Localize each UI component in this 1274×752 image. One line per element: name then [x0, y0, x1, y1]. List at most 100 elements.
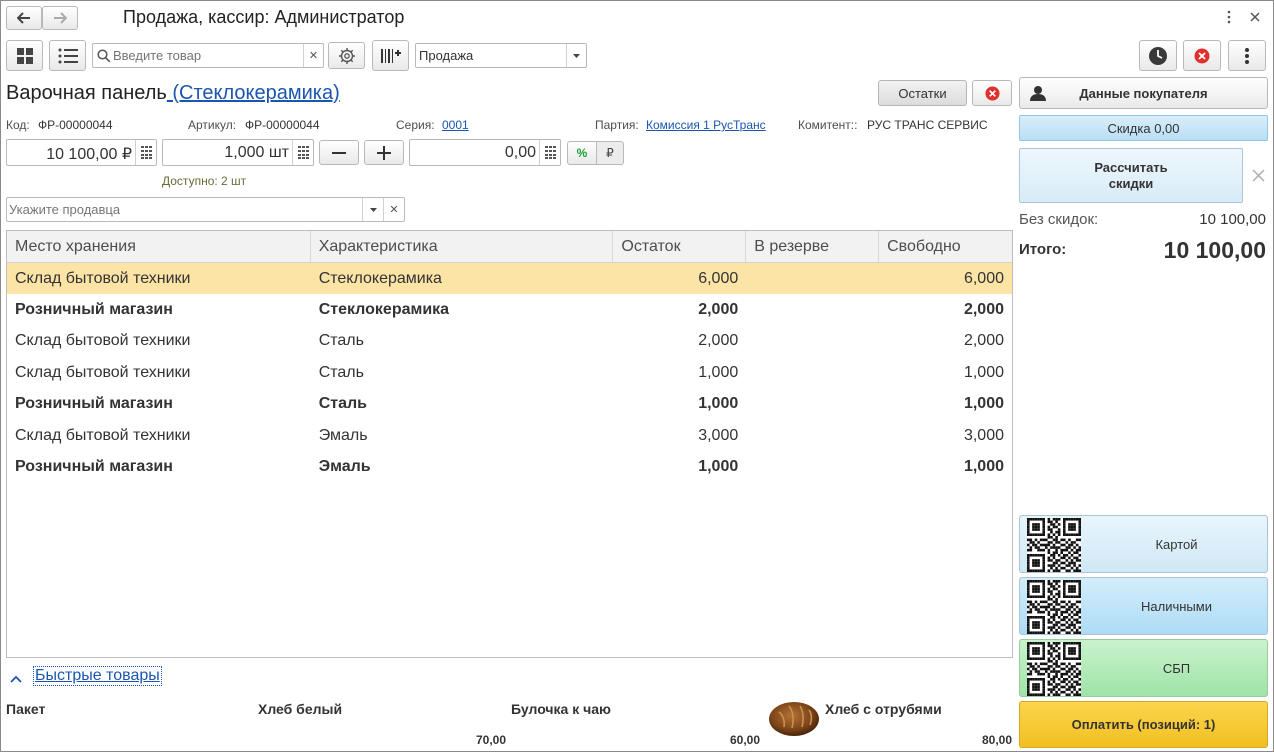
percent-toggle[interactable]: %	[567, 141, 597, 165]
arrow-right-icon	[54, 12, 67, 24]
column-header-reserve[interactable]: В резерве	[746, 231, 880, 262]
discount-summary-label: Скидка 0,00	[1107, 120, 1180, 136]
batch-label: Партия:	[595, 118, 639, 132]
increase-quantity-button[interactable]	[364, 140, 404, 165]
column-header-free[interactable]: Свободно	[879, 231, 1012, 262]
cell-balance: 1,000	[698, 458, 739, 476]
cell-free: 2,000	[963, 301, 1004, 319]
product-variant-link[interactable]: (Стеклокерамика)	[167, 82, 339, 104]
price-field[interactable]: 10 100,00 ₽	[6, 139, 157, 166]
calculate-discounts-button[interactable]: Рассчитать скидки	[1019, 148, 1243, 203]
product-search-field[interactable]: ✕	[92, 43, 324, 68]
without-discount-value: 10 100,00	[1199, 211, 1266, 228]
product-search-input[interactable]	[113, 46, 298, 65]
cancel-receipt-button[interactable]	[1183, 40, 1221, 71]
cell-free: 1,000	[963, 395, 1004, 413]
pay-button[interactable]: Оплатить (позиций: 1)	[1019, 701, 1268, 748]
search-icon	[97, 49, 111, 63]
column-header-balance[interactable]: Остаток	[613, 231, 747, 262]
pay-by-sbp-button[interactable]: СБП	[1019, 639, 1268, 697]
history-button[interactable]	[1139, 40, 1177, 71]
qr-code-icon	[1027, 580, 1081, 634]
grid-icon	[16, 47, 33, 64]
column-header-place[interactable]: Место хранения	[7, 231, 311, 262]
quick-item-name: Пакет	[6, 701, 46, 717]
cell-balance: 1,000	[698, 395, 739, 413]
tiles-view-button[interactable]	[6, 40, 43, 71]
seller-input[interactable]	[9, 200, 359, 219]
close-circle-icon	[1194, 48, 1210, 63]
cell-place: Склад бытовой техники	[15, 363, 191, 381]
more-actions-button[interactable]	[1228, 40, 1266, 71]
customer-data-button[interactable]: Данные покупателя	[1019, 77, 1268, 109]
without-discount-label: Без скидок:	[1019, 211, 1099, 228]
calculate-discounts-line2: скидки	[1108, 175, 1154, 191]
decrease-quantity-button[interactable]	[319, 140, 359, 165]
quick-item-tea-bun[interactable]: Булочка к чаю 60,00	[511, 701, 761, 751]
ruble-toggle[interactable]: ₽	[596, 141, 624, 165]
seller-field[interactable]: ✕	[6, 197, 405, 222]
collapse-quick-goods-icon[interactable]	[10, 670, 22, 683]
close-icon[interactable]	[1252, 169, 1265, 182]
table-row[interactable]: Склад бытовой техники Сталь 1,000 1,000	[7, 357, 1012, 388]
app-window: Продажа, кассир: Администратор ✕ Продажа	[0, 0, 1274, 752]
series-link[interactable]: 0001	[442, 118, 469, 132]
forward-button[interactable]	[42, 6, 78, 30]
consignor-label: Комитент::	[798, 118, 858, 132]
column-header-characteristic[interactable]: Характеристика	[311, 231, 614, 262]
clear-seller-icon[interactable]: ✕	[383, 198, 404, 221]
table-row[interactable]: Розничный магазин Стеклокерамика 2,000 2,00…	[7, 294, 1012, 325]
product-title: Варочная панель (Стеклокерамика)	[6, 82, 340, 105]
quick-item-name: Хлеб белый	[258, 701, 343, 717]
pay-by-cash-button[interactable]: Наличными	[1019, 577, 1268, 635]
pay-by-card-button[interactable]: Картой	[1019, 515, 1268, 573]
quick-item-name: Хлеб с отрубями	[825, 701, 942, 717]
cell-characteristic: Стеклокерамика	[318, 301, 450, 319]
ruble-toggle-label: ₽	[606, 146, 614, 160]
cell-balance: 2,000	[698, 332, 739, 350]
batch-link[interactable]: Комиссия 1 РусТранс	[646, 118, 766, 132]
barcode-button[interactable]	[372, 40, 409, 71]
list-view-button[interactable]	[49, 40, 86, 71]
cell-free: 6,000	[963, 269, 1004, 287]
remove-product-button[interactable]	[972, 80, 1012, 106]
quick-item-package[interactable]: Пакет	[6, 701, 254, 751]
calculator-icon[interactable]	[539, 140, 560, 165]
stock-button[interactable]: Остатки	[878, 80, 967, 106]
arrow-left-icon	[17, 12, 30, 24]
discount-field[interactable]: 0,00	[409, 139, 561, 166]
search-settings-button[interactable]	[328, 42, 365, 69]
quick-goods-link[interactable]: Быстрые товары	[33, 666, 162, 686]
discount-value: 0,00	[504, 144, 536, 161]
quantity-field[interactable]: 1,000 шт	[162, 139, 314, 166]
back-button[interactable]	[6, 6, 42, 30]
pay-by-sbp-label: СБП	[1162, 660, 1191, 676]
quick-item-price: 60,00	[729, 733, 760, 747]
available-quantity: Доступно: 2 шт	[162, 174, 247, 188]
table-row[interactable]: Розничный магазин Сталь 1,000 1,000	[7, 389, 1012, 420]
window-menu-icon[interactable]	[1225, 9, 1233, 25]
calculate-discounts-line1: Рассчитать	[1094, 159, 1168, 175]
table-row[interactable]: Склад бытовой техники Сталь 2,000 2,000	[7, 326, 1012, 357]
chevron-down-icon[interactable]	[362, 198, 383, 221]
table-row[interactable]: Склад бытовой техники Стеклокерамика 6,000…	[7, 263, 1012, 295]
cell-balance: 2,000	[698, 301, 739, 319]
user-icon	[1030, 86, 1046, 101]
chevron-down-icon[interactable]	[566, 44, 586, 67]
window-close-icon[interactable]	[1249, 10, 1261, 22]
stock-table[interactable]: Место хранения Характеристика Остаток В …	[6, 230, 1013, 658]
clear-search-icon[interactable]: ✕	[303, 44, 323, 67]
cell-balance: 3,000	[698, 426, 739, 444]
minus-icon	[332, 151, 346, 154]
calculator-icon[interactable]	[292, 140, 313, 165]
operation-mode-select[interactable]: Продажа	[415, 43, 587, 68]
quick-item-bran-bread[interactable]: Хлеб с отрубями 80,00	[766, 696, 1014, 751]
table-row[interactable]: Розничный магазин Эмаль 1,000 1,000	[7, 451, 1012, 482]
discount-summary[interactable]: Скидка 0,00	[1019, 115, 1268, 141]
quick-item-white-bread[interactable]: Хлеб белый 70,00	[258, 701, 507, 751]
calculator-icon[interactable]	[135, 140, 156, 165]
article-label: Артикул:	[188, 118, 237, 132]
barcode-icon	[380, 48, 401, 63]
table-row[interactable]: Склад бытовой техники Эмаль 3,000 3,000	[7, 420, 1012, 451]
cell-free: 1,000	[963, 363, 1004, 381]
